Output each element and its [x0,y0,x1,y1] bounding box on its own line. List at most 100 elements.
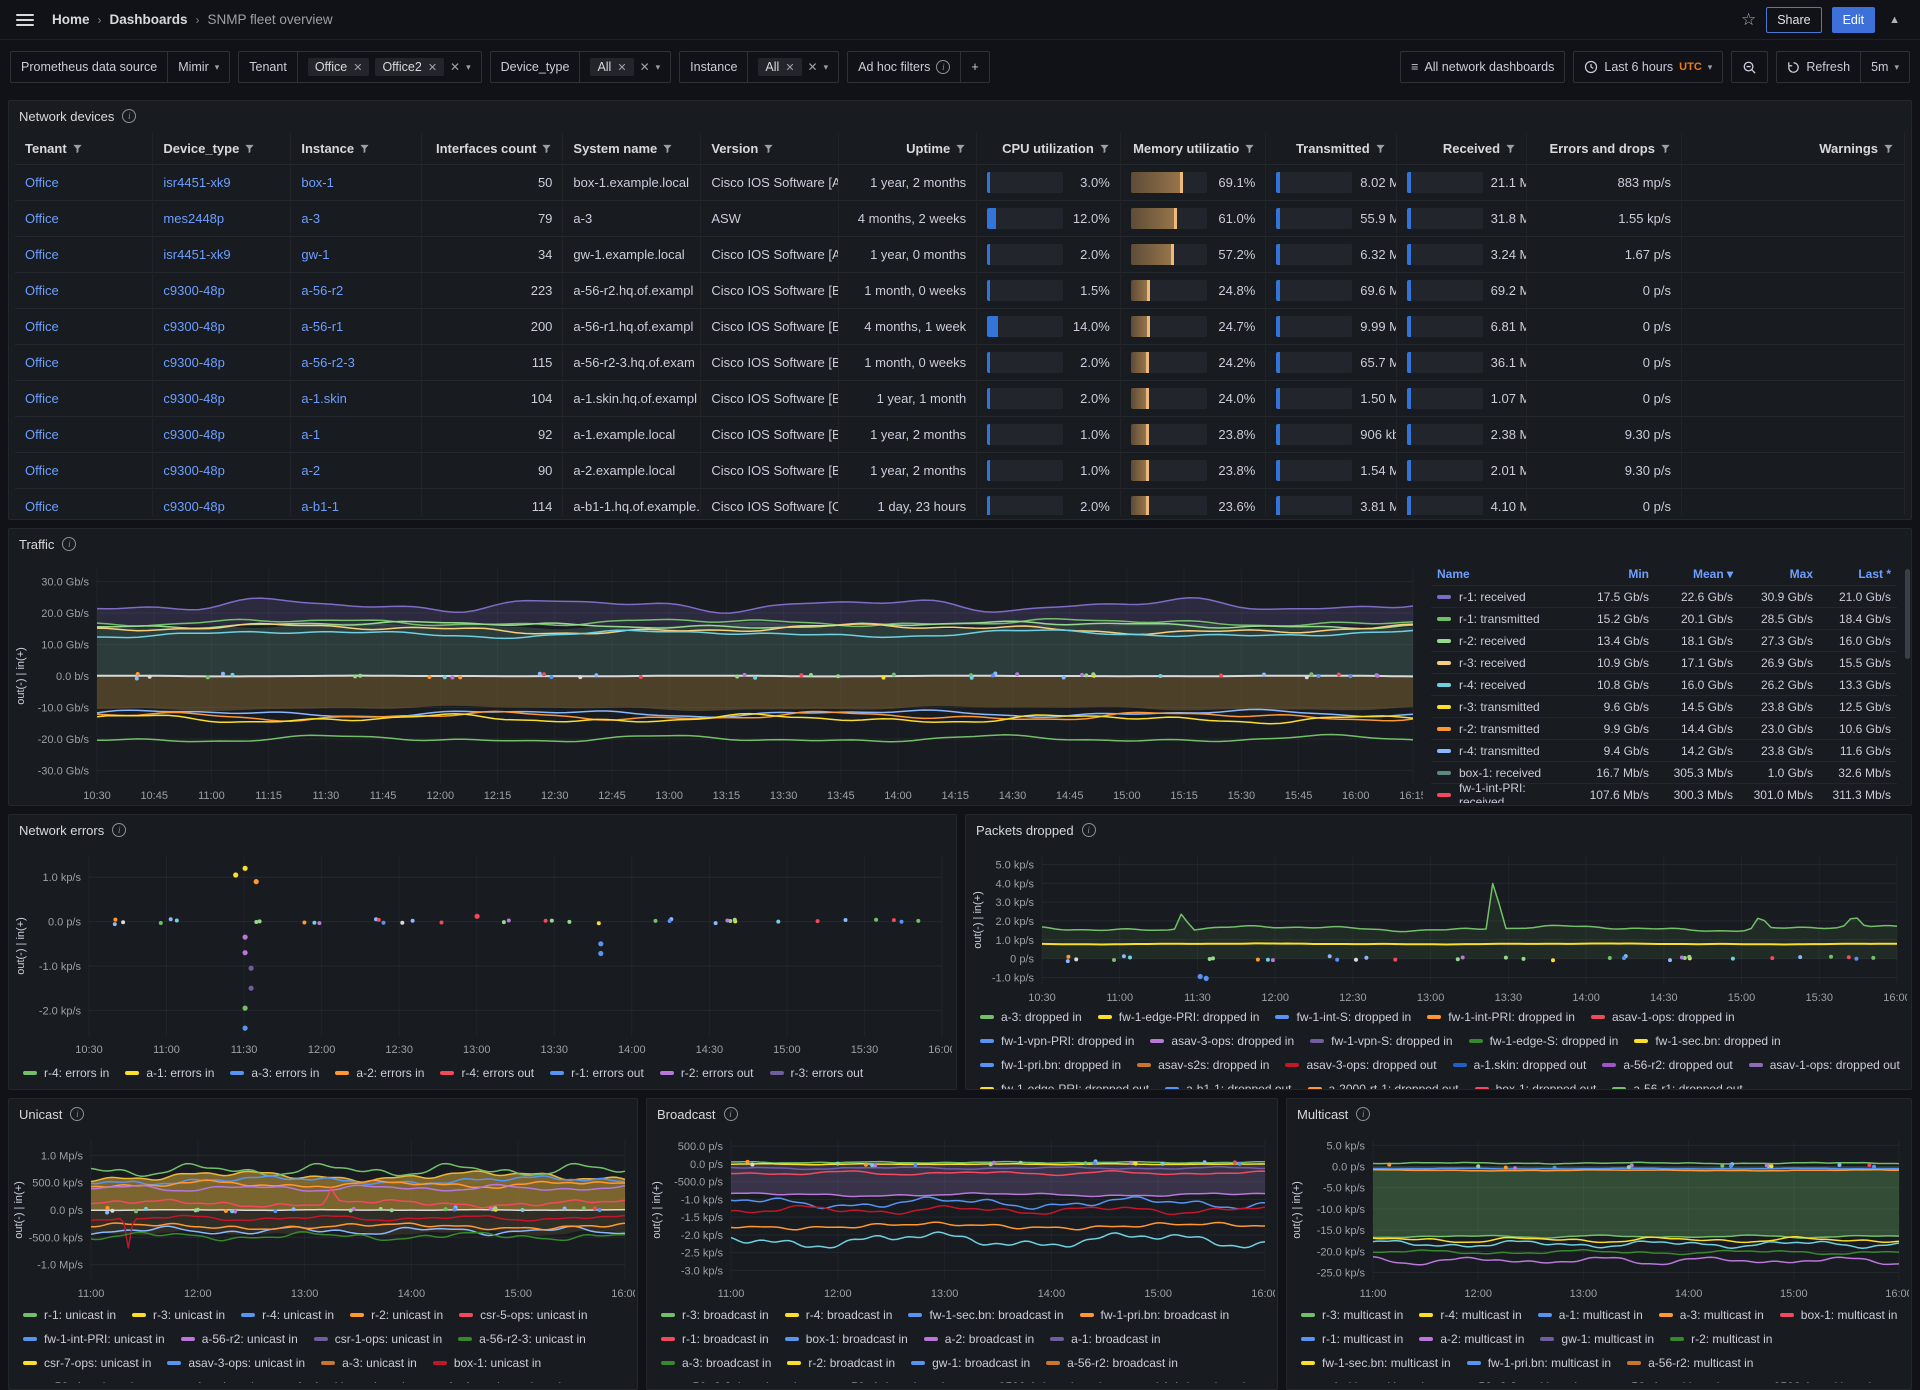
share-button[interactable]: Share [1766,7,1821,33]
tenant-link[interactable]: Office [25,175,59,190]
legend-item[interactable]: fw-1-edge-S: dropped in [1469,1034,1619,1048]
legend-item[interactable]: asav-3-ops: dropped in [1150,1034,1294,1048]
legend-item[interactable]: asav-1-ops: dropped out [1749,1058,1900,1072]
legend-item[interactable]: a-56-r1: multicast in [1600,1380,1726,1383]
legend-item[interactable]: a-1: broadcast in [1050,1332,1160,1346]
tenant-link[interactable]: Office [25,427,59,442]
legend-item[interactable]: fw-1-int-S: dropped in [1275,1010,1411,1024]
instance-link[interactable]: a-56-r2 [301,283,343,298]
legend-item[interactable]: a-56-r1: dropped out [1612,1082,1742,1089]
packets-dropped-chart[interactable]: 5.0 kp/s4.0 kp/s3.0 kp/s2.0 kp/s1.0 kp/s… [970,845,1907,1005]
legend-item[interactable]: a-56-r1: unicast in [23,1380,140,1383]
column-header[interactable]: Interfaces count [421,133,563,165]
device-type-link[interactable]: isr4451-xk9 [163,175,230,190]
legend-item[interactable]: asav-3-ops: dropped out [1285,1058,1436,1072]
legend-item[interactable]: r-1: errors out [550,1066,644,1080]
legend-item[interactable]: a-1.skin: dropped out [1453,1058,1587,1072]
chevron-down-icon[interactable]: ▾ [466,62,471,73]
column-header[interactable]: Received [1396,133,1526,165]
legend-item[interactable]: a-2: multicast in [1419,1332,1524,1346]
legend-item[interactable]: r-2: unicast in [350,1308,443,1322]
legend-item[interactable]: fw-1-edge-PRI: dropped in [1098,1010,1260,1024]
time-range-picker[interactable]: Last 6 hours UTC ▾ [1573,51,1723,83]
legend-column-header[interactable]: Mean ▾ [1655,563,1739,585]
multicast-chart[interactable]: 5.0 kp/s0.0 p/s-5.0 kp/s-10.0 kp/s-15.0 … [1289,1129,1909,1301]
tenant-link[interactable]: Office [25,247,59,262]
instance-link[interactable]: a-b1-1 [301,499,339,514]
legend-item[interactable]: r-4: errors in [23,1066,109,1080]
legend-column-header[interactable]: Max [1739,563,1819,585]
instance-chip-all[interactable]: All✕ [758,58,801,76]
column-header[interactable]: Warnings [1681,133,1904,165]
favorite-star-icon[interactable]: ☆ [1741,10,1756,30]
legend-item[interactable]: asav-1-ops: dropped in [1591,1010,1735,1024]
column-header[interactable]: System name [563,133,701,165]
instance-link[interactable]: a-1 [301,427,320,442]
instance-link[interactable]: a-2 [301,463,320,478]
legend-item[interactable]: a-56-r2: broadcast in [1046,1356,1178,1370]
device-type-chip-all[interactable]: All✕ [590,58,633,76]
tenant-link[interactable]: Office [25,283,59,298]
legend-series-name[interactable]: r-3: received [1431,651,1577,673]
legend-item[interactable]: a-1.skin: multicast in [1301,1380,1431,1383]
legend-item[interactable]: r-2: broadcast in [787,1356,895,1370]
legend-item[interactable]: fw-1-edge-PRI: dropped out [980,1082,1149,1089]
legend-series-name[interactable]: r-4: transmitted [1431,739,1577,761]
device-type-link[interactable]: mes2448p [163,211,224,226]
menu-icon[interactable] [16,14,34,26]
edit-button[interactable]: Edit [1832,7,1876,33]
legend-item[interactable]: a-b1-1: broadcast in [1124,1380,1252,1383]
chevron-down-icon[interactable]: ▾ [824,62,829,73]
legend-item[interactable]: a-9500-1: multicast in [1742,1380,1878,1383]
legend-item[interactable]: fw-1-vpn-PRI: dropped in [980,1034,1134,1048]
column-header[interactable]: Errors and drops [1527,133,1682,165]
legend-item[interactable]: fw-1-pri.bn: multicast in [1467,1356,1611,1370]
column-header[interactable]: Instance [291,133,421,165]
legend-item[interactable]: gw-1: broadcast in [911,1356,1030,1370]
legend-item[interactable]: fw-1-sec.bn: dropped in [1634,1034,1780,1048]
tenant-chip-office[interactable]: Office✕ [308,58,370,76]
remove-icon[interactable]: ✕ [353,61,362,74]
add-filter-button[interactable]: + [960,52,988,82]
legend-item[interactable]: a-3: errors in [230,1066,319,1080]
legend-column-header[interactable]: Min [1577,563,1655,585]
refresh-button[interactable]: Refresh [1777,52,1860,82]
legend-item[interactable]: r-4: broadcast in [785,1308,893,1322]
legend-item[interactable]: asav-s2s: dropped in [1137,1058,1269,1072]
remove-icon[interactable]: ✕ [428,61,437,74]
instance-link[interactable]: a-56-r2-3 [301,355,354,370]
clear-icon[interactable]: ✕ [640,60,650,74]
chevron-down-icon[interactable]: ▾ [656,62,661,73]
traffic-chart[interactable]: 30.0 Gb/s20.0 Gb/s10.0 Gb/s0.0 b/s-10.0 … [13,559,1423,803]
device-type-link[interactable]: isr4451-xk9 [163,247,230,262]
broadcast-chart[interactable]: 500.0 p/s0.0 p/s-500.0 p/s-1.0 kp/s-1.5 … [649,1129,1275,1301]
legend-item[interactable]: r-4: multicast in [1419,1308,1521,1322]
legend-item[interactable]: a-56-r2: dropped out [1602,1058,1732,1072]
legend-item[interactable]: fw-1-sec.bn: multicast in [1301,1356,1451,1370]
clear-icon[interactable]: ✕ [808,60,818,74]
legend-item[interactable]: box-1: unicast in [433,1356,541,1370]
legend-item[interactable]: asav-3-ops: unicast in [167,1356,305,1370]
legend-item[interactable]: a-56-r1: broadcast in [819,1380,951,1383]
device-type-link[interactable]: c9300-48p [163,463,224,478]
legend-item[interactable]: r-4: unicast in [241,1308,334,1322]
instance-link[interactable]: gw-1 [301,247,329,262]
legend-item[interactable]: r-1: multicast in [1301,1332,1403,1346]
clear-icon[interactable]: ✕ [450,60,460,74]
tenant-link[interactable]: Office [25,211,59,226]
tenant-link[interactable]: Office [25,499,59,514]
legend-item[interactable]: a-2: errors in [335,1066,424,1080]
remove-icon[interactable]: ✕ [617,61,626,74]
column-header[interactable]: Version [701,133,839,165]
legend-item[interactable]: a-2000-rt-1: dropped out [1308,1082,1459,1089]
collapse-topbar-icon[interactable]: ▲ [1885,14,1904,26]
device-type-link[interactable]: c9300-48p [163,391,224,406]
device-type-link[interactable]: c9300-48p [163,499,224,514]
network-errors-chart[interactable]: 1.0 kp/s0.0 p/s-1.0 kp/s-2.0 kp/s10:3011… [13,845,952,1057]
legend-scrollbar[interactable] [1905,569,1910,659]
legend-item[interactable]: gw-1: unicast in [156,1380,260,1383]
legend-series-name[interactable]: r-2: received [1431,629,1577,651]
instance-link[interactable]: a-3 [301,211,320,226]
legend-item[interactable]: csr-5-ops: unicast in [459,1308,587,1322]
legend-item[interactable]: box-1: multicast in [1780,1308,1898,1322]
